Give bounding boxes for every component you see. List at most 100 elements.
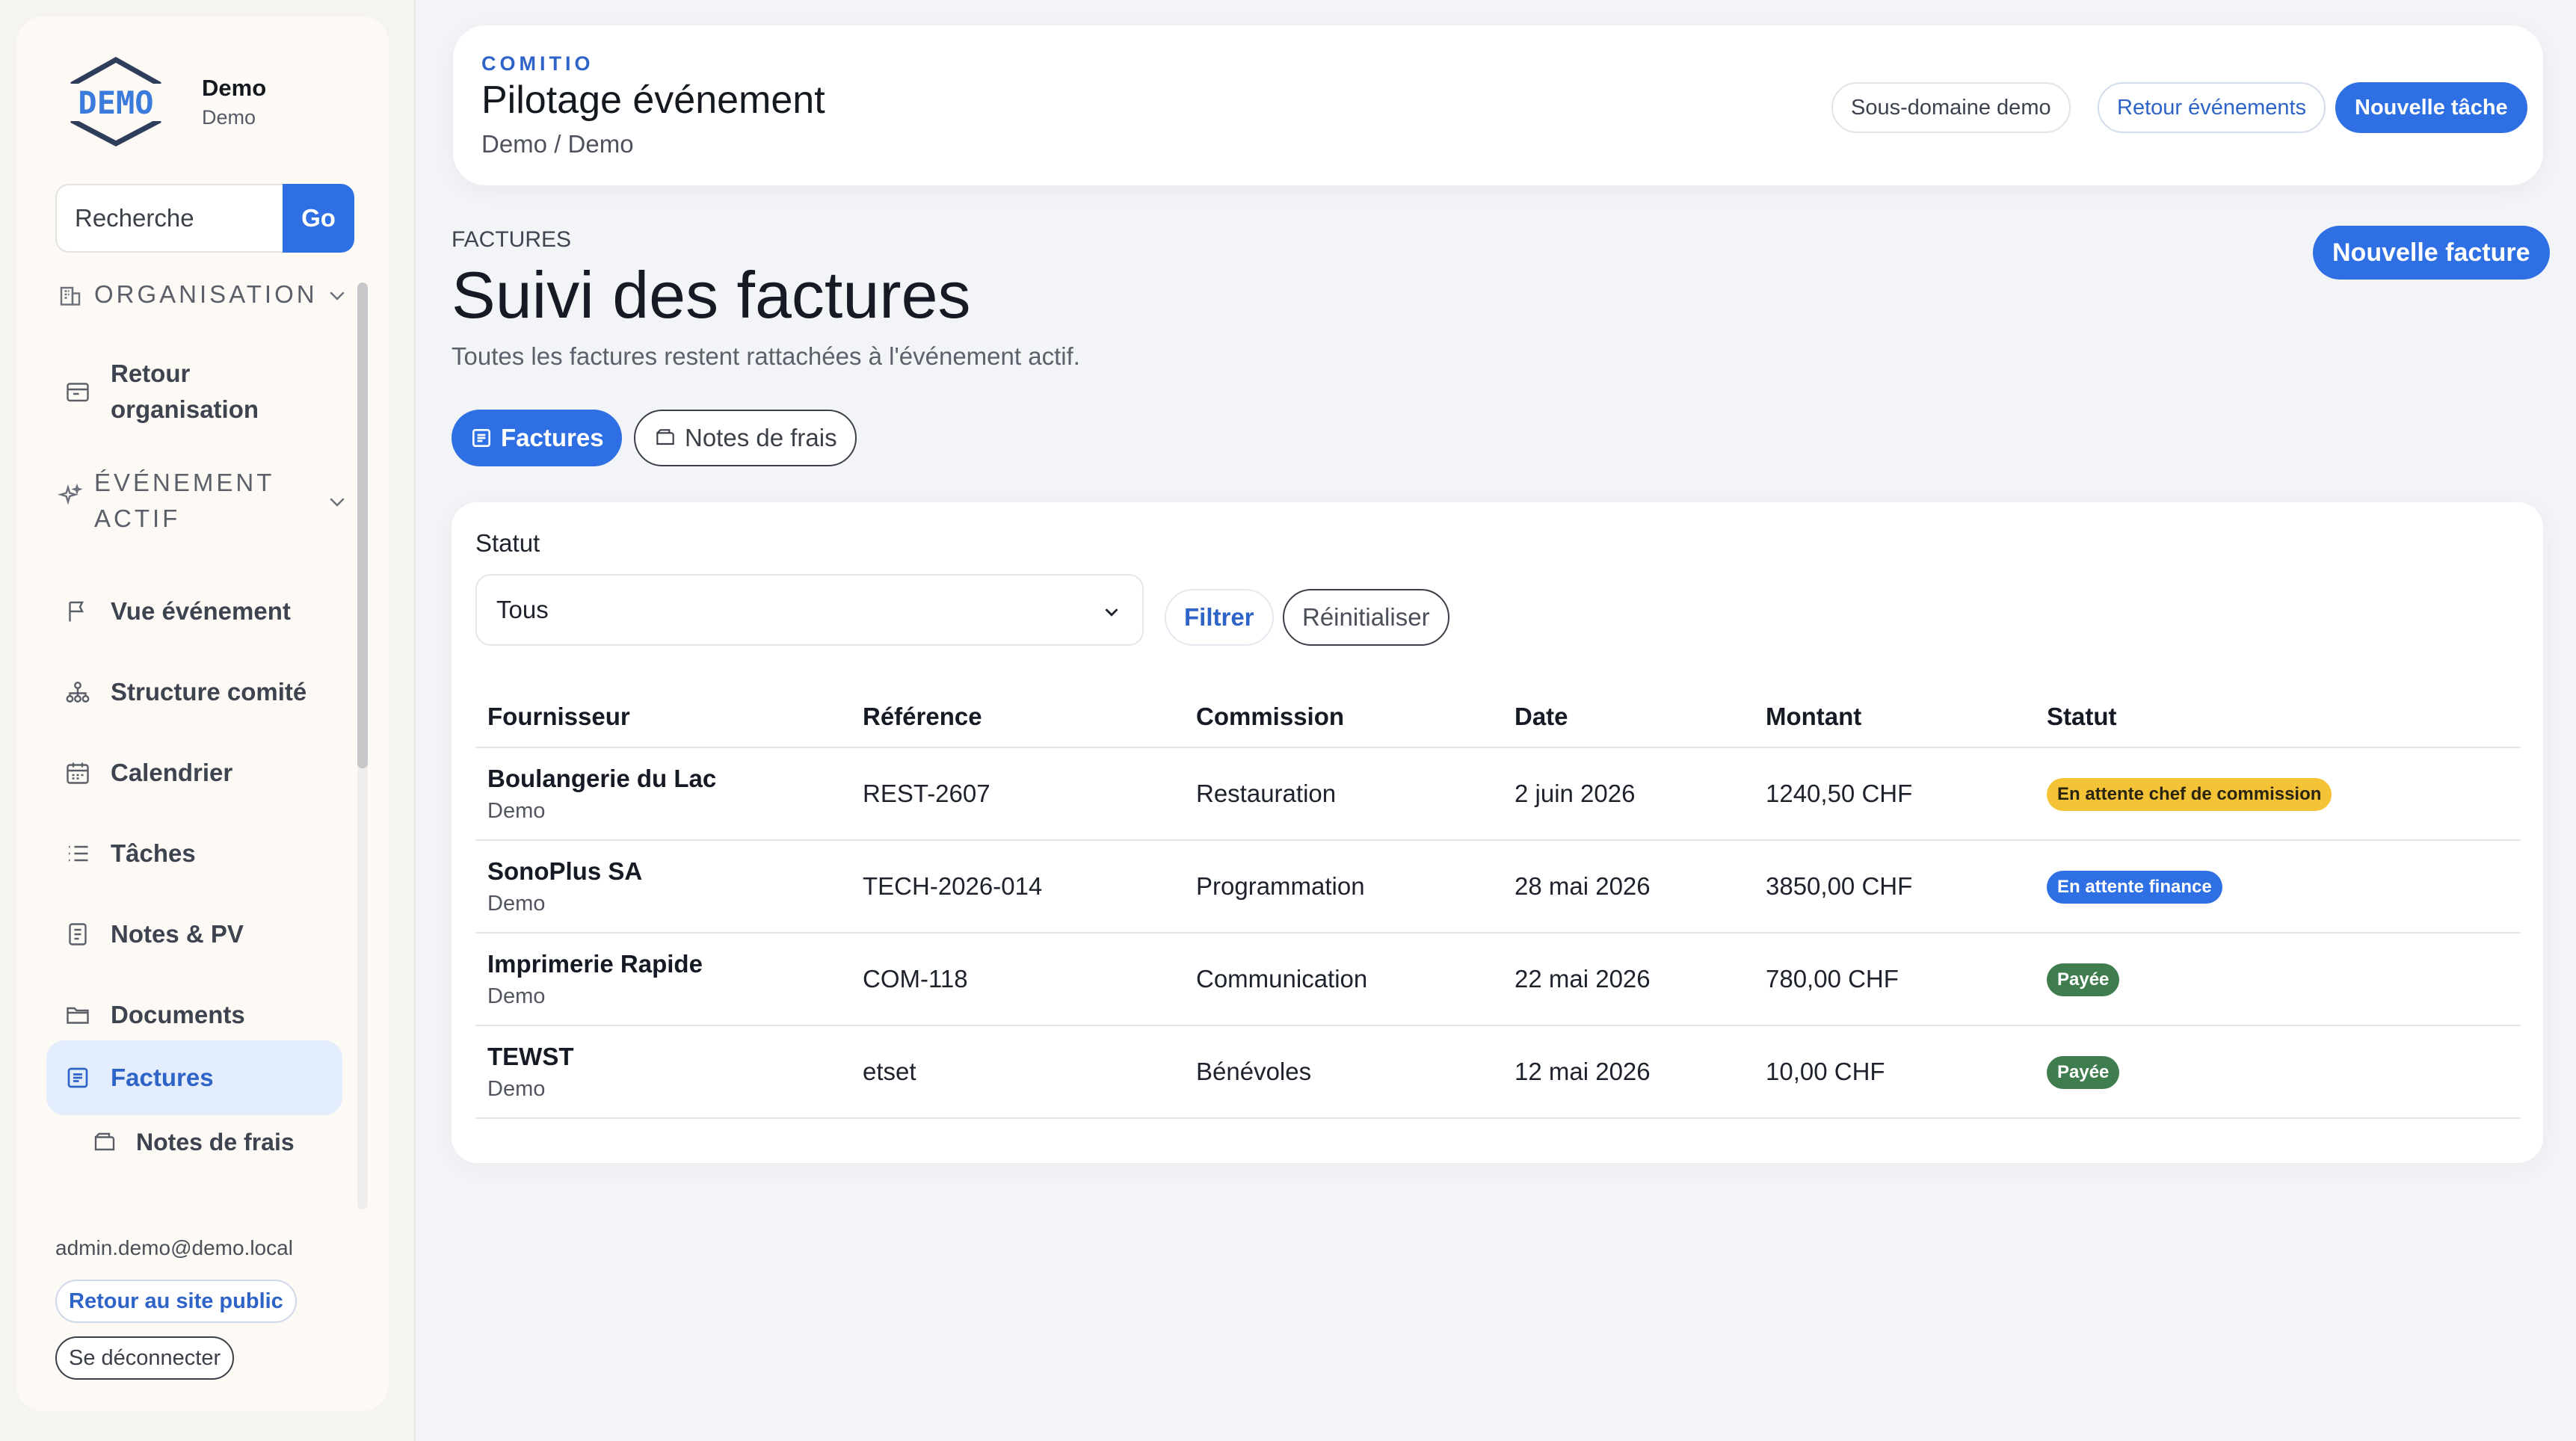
- cell-status: En attente finance: [2035, 840, 2521, 934]
- status-select[interactable]: Tous: [475, 574, 1144, 646]
- section-evenement-label: ÉVÉNEMENT ACTIF: [94, 469, 274, 532]
- status-badge: En attente chef de commission: [2047, 777, 2332, 811]
- cell-supplier: SonoPlus SA Demo: [475, 840, 851, 934]
- status-badge: En attente finance: [2047, 870, 2222, 904]
- sidebar-item-label: Tâches: [111, 839, 196, 867]
- supplier-name[interactable]: Boulangerie du Lac: [487, 765, 851, 793]
- search-form: Go: [55, 184, 354, 253]
- sidebar-item-structure-comite[interactable]: Structure comité: [46, 656, 342, 728]
- supplier-name[interactable]: SonoPlus SA: [487, 857, 851, 886]
- cell-reference: COM-118: [851, 933, 1184, 1026]
- sidebar-item-factures[interactable]: Factures: [46, 1040, 342, 1115]
- cell-date: 12 mai 2026: [1503, 1025, 1754, 1119]
- col-header-date[interactable]: Date: [1503, 686, 1754, 748]
- sidebar-subitem-notes-de-frais[interactable]: Notes de frais: [91, 1129, 295, 1156]
- col-header-montant[interactable]: Montant: [1754, 686, 2035, 748]
- supplier-name[interactable]: TEWST: [487, 1043, 851, 1071]
- brand-name: Demo: [202, 74, 267, 101]
- status-badge: Payée: [2047, 963, 2120, 996]
- table-header-row: Fournisseur Référence Commission Date Mo…: [475, 686, 2521, 748]
- new-invoice-button[interactable]: Nouvelle facture: [2313, 226, 2550, 280]
- table-row[interactable]: Imprimerie Rapide Demo COM-118 Communica…: [475, 933, 2521, 1026]
- table-row[interactable]: TEWST Demo etset Bénévoles 12 mai 2026 1…: [475, 1025, 2521, 1119]
- cell-amount: 1240,50 CHF: [1754, 747, 2035, 841]
- sidebar-item-label: Documents: [111, 1001, 245, 1028]
- section-evenement-actif[interactable]: ÉVÉNEMENT ACTIF: [57, 465, 356, 537]
- cell-supplier: TEWST Demo: [475, 1025, 851, 1119]
- table-row[interactable]: Boulangerie du Lac Demo REST-2607 Restau…: [475, 747, 2521, 841]
- sidebar-item-retour-organisation[interactable]: Retour organisation: [46, 351, 342, 432]
- sidebar-item-label: Notes & PV: [111, 920, 244, 948]
- calendar-back-icon: [67, 383, 89, 402]
- filter-button[interactable]: Filtrer: [1165, 589, 1274, 646]
- table-row[interactable]: SonoPlus SA Demo TECH-2026-014 Programma…: [475, 840, 2521, 934]
- invoice-icon: [67, 1067, 88, 1088]
- tab-notes-de-frais[interactable]: Notes de frais: [634, 410, 857, 466]
- cell-date: 2 juin 2026: [1503, 747, 1754, 841]
- supplier-event: Demo: [487, 1076, 546, 1101]
- building-icon: [60, 286, 81, 306]
- logout-button[interactable]: Se déconnecter: [55, 1336, 235, 1380]
- page-subtitle: Toutes les factures restent rattachées à…: [452, 342, 1080, 370]
- subdomain-button[interactable]: Sous-domaine demo: [1831, 82, 2071, 133]
- sidebar-item-vue-evenement[interactable]: Vue événement: [46, 576, 342, 647]
- supplier-name[interactable]: Imprimerie Rapide: [487, 950, 851, 978]
- demo-logo-icon: DEMO: [64, 57, 167, 146]
- cell-commission: Programmation: [1184, 840, 1503, 934]
- sidebar-item-label: Factures: [111, 1064, 214, 1091]
- tab-factures[interactable]: Factures: [452, 410, 622, 466]
- sidebar-item-label: Vue événement: [111, 597, 291, 625]
- logo-text: DEMO: [78, 84, 153, 121]
- public-site-button[interactable]: Retour au site public: [55, 1280, 297, 1323]
- notes-icon: [69, 923, 87, 945]
- cell-amount: 3850,00 CHF: [1754, 840, 2035, 934]
- app-name: COMITIO: [481, 52, 594, 75]
- search-go-button[interactable]: Go: [283, 184, 354, 253]
- cell-reference: etset: [851, 1025, 1184, 1119]
- sidebar-item-notes-pv[interactable]: Notes & PV: [46, 898, 342, 970]
- list-icon: [69, 845, 88, 862]
- section-organisation[interactable]: ORGANISATION: [57, 277, 356, 312]
- status-badge: Payée: [2047, 1055, 2120, 1089]
- page-eyebrow: FACTURES: [452, 227, 572, 252]
- cell-commission: Bénévoles: [1184, 1025, 1503, 1119]
- col-header-fournisseur[interactable]: Fournisseur: [475, 686, 851, 748]
- chevron-down-icon: [330, 498, 345, 507]
- supplier-event: Demo: [487, 891, 546, 916]
- cell-status: Payée: [2035, 1025, 2521, 1119]
- section-organisation-label: ORGANISATION: [94, 280, 318, 308]
- sidebar-item-label: Structure comité: [111, 678, 307, 706]
- invoice-icon: [472, 429, 490, 447]
- flag-icon: [69, 601, 84, 622]
- cell-commission: Communication: [1184, 933, 1503, 1026]
- status-select-value: Tous: [496, 596, 549, 623]
- header-title: Pilotage événement: [481, 78, 825, 122]
- sidebar-nav: ORGANISATION Retour organisation ÉVÉNEME…: [46, 277, 360, 1211]
- col-header-reference[interactable]: Référence: [851, 686, 1184, 748]
- cell-supplier: Boulangerie du Lac Demo: [475, 747, 851, 841]
- cell-amount: 780,00 CHF: [1754, 933, 2035, 1026]
- sidebar-item-taches[interactable]: Tâches: [46, 818, 342, 889]
- new-task-button[interactable]: Nouvelle tâche: [2335, 82, 2527, 133]
- header: COMITIO Pilotage événement Demo / Demo S…: [453, 25, 2543, 185]
- brand[interactable]: DEMO Demo Demo: [60, 57, 266, 146]
- cell-date: 22 mai 2026: [1503, 933, 1754, 1026]
- sidebar-item-label: Calendrier: [111, 759, 233, 786]
- user-email: admin.demo@demo.local: [55, 1236, 293, 1259]
- sidebar-item-calendrier[interactable]: Calendrier: [46, 737, 342, 809]
- cell-date: 28 mai 2026: [1503, 840, 1754, 934]
- wallet-icon: [94, 1132, 115, 1150]
- back-events-button[interactable]: Retour événements: [2098, 82, 2326, 133]
- tab-label: Notes de frais: [685, 424, 837, 451]
- sparkles-icon: [58, 483, 83, 505]
- col-header-statut[interactable]: Statut: [2035, 686, 2521, 748]
- reset-button[interactable]: Réinitialiser: [1283, 589, 1449, 646]
- invoices-card: Statut Tous Filtrer Réinitialiser Fourni…: [452, 502, 2543, 1163]
- cell-reference: REST-2607: [851, 747, 1184, 841]
- calendar-icon: [67, 762, 89, 784]
- org-chart-icon: [66, 682, 90, 703]
- col-header-commission[interactable]: Commission: [1184, 686, 1503, 748]
- breadcrumb: Demo / Demo: [481, 130, 634, 158]
- search-input[interactable]: [55, 184, 283, 253]
- cell-status: Payée: [2035, 933, 2521, 1026]
